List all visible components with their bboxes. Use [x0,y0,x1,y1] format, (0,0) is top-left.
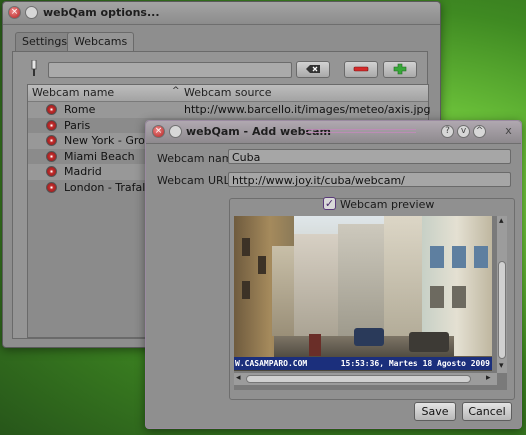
webcam-icon [46,150,57,162]
scroll-left-icon[interactable]: ◂ [236,373,241,383]
caption-site: W.CASAMPARO.COM [235,359,308,368]
preview-caption: W.CASAMPARO.COM 15:53:36, Martes 18 Agos… [234,357,492,370]
webcam-icon [46,104,57,115]
webcam-name-cell: Paris [64,118,91,132]
webcam-name-cell: Rome [64,103,96,116]
caption-timestamp: 15:53:36, Martes 18 Agosto 2009 [340,359,490,368]
webcam-source-cell: http://www.barcello.it/images/meteo/axis… [184,103,431,116]
list-header: Webcam name ^ Webcam source [28,85,428,102]
help-icon[interactable]: ? [441,125,454,138]
close-icon[interactable]: × [8,6,21,19]
sort-indicator: ^ [172,86,180,96]
vertical-scrollbar[interactable]: ▴ ▾ [497,216,507,373]
cancel-button[interactable]: Cancel [462,402,512,421]
webcam-url-field[interactable]: http://www.joy.it/cuba/webcam/ [228,172,511,187]
webcam-name-cell: Miami Beach [64,149,135,163]
webcam-icon [46,119,57,131]
menu-icon[interactable] [25,6,38,19]
webcam-url-label: Webcam URL [157,174,230,187]
column-header-name[interactable]: Webcam name [32,86,114,99]
close-icon[interactable]: × [152,125,165,138]
save-button[interactable]: Save [414,402,456,421]
column-header-source[interactable]: Webcam source [184,86,272,99]
add-icon [393,63,407,75]
webcam-preview-image: W.CASAMPARO.COM 15:53:36, Martes 18 Agos… [234,216,492,371]
tab-settings[interactable]: Settings [15,32,75,51]
list-item[interactable]: Rome http://www.barcello.it/images/meteo/… [28,102,431,118]
webcam-name-field[interactable]: Cuba [228,149,511,164]
dialog-titlebar[interactable]: × webQam - Add webcam ? v ^ x [146,121,521,144]
options-titlebar[interactable]: × webQam options... [3,2,440,25]
tab-webcams[interactable]: Webcams [67,32,135,52]
horizontal-scrollbar[interactable]: ◂ ▸ [234,373,497,385]
broom-icon[interactable] [29,60,39,76]
window-title: webQam options... [43,6,160,19]
preview-label[interactable]: Webcam preview [340,198,434,211]
webcam-icon [46,181,57,193]
scroll-right-icon[interactable]: ▸ [486,373,491,383]
add-webcam-dialog: × webQam - Add webcam ? v ^ x Webcam nam… [145,120,522,429]
menu-icon[interactable] [169,125,182,138]
close-x-icon[interactable]: x [502,125,515,138]
webcam-icon [46,166,57,177]
preview-checkbox[interactable]: ✓ [323,197,336,210]
add-webcam-button[interactable] [383,61,417,78]
remove-webcam-button[interactable] [344,61,378,78]
webcam-icon [46,135,57,146]
webcam-name-cell: Madrid [64,165,102,178]
horizontal-scroll-thumb[interactable] [246,375,471,383]
preview-viewport[interactable]: W.CASAMPARO.COM 15:53:36, Martes 18 Agos… [234,216,507,390]
maximize-icon[interactable]: ^ [473,125,486,138]
scroll-up-icon[interactable]: ▴ [499,216,504,226]
clear-icon [306,65,320,73]
scroll-down-icon[interactable]: ▾ [499,361,504,371]
titlebar-decoration [306,129,416,135]
vertical-scroll-thumb[interactable] [498,261,506,359]
clear-button[interactable] [296,61,330,78]
webcam-name-label: Webcam name [157,152,240,165]
filter-input[interactable] [48,62,292,78]
remove-icon [353,66,369,72]
minimize-icon[interactable]: v [457,125,470,138]
